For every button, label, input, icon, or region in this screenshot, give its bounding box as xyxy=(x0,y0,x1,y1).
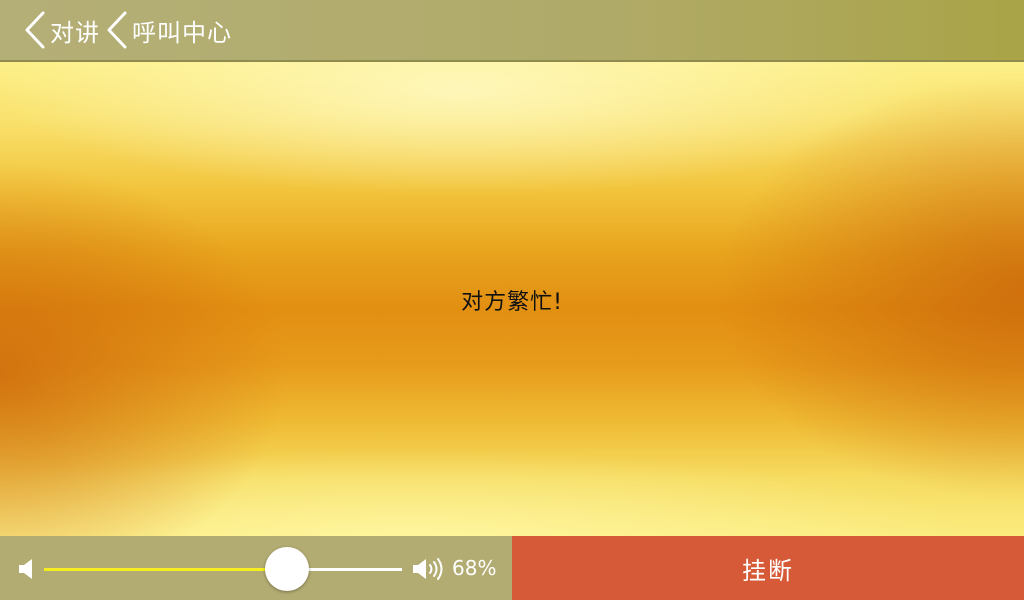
volume-low-icon xyxy=(18,558,38,584)
chevron-left-icon xyxy=(24,11,46,49)
chevron-left-icon xyxy=(106,11,128,49)
breadcrumb-call-center[interactable]: 呼叫中心 xyxy=(106,0,238,61)
intercom-screen: 对讲 呼叫中心 对方繁忙! 68% 挂断 xyxy=(0,0,1024,600)
volume-percent-label: 68% xyxy=(452,556,497,580)
breadcrumb-label: 呼叫中心 xyxy=(132,18,232,47)
volume-high-icon xyxy=(412,558,444,584)
volume-panel: 68% xyxy=(0,536,512,600)
call-status-panel: 对方繁忙! xyxy=(0,62,1024,536)
hangup-button[interactable]: 挂断 xyxy=(512,536,1024,600)
volume-slider[interactable] xyxy=(44,547,402,591)
call-status-text: 对方繁忙! xyxy=(461,290,563,315)
hangup-button-label: 挂断 xyxy=(742,556,794,585)
volume-slider-fill xyxy=(44,568,288,571)
bottom-bar: 68% 挂断 xyxy=(0,536,1024,600)
breadcrumb-label: 对讲 xyxy=(50,18,100,47)
volume-slider-thumb[interactable] xyxy=(265,547,310,591)
header-bar: 对讲 呼叫中心 xyxy=(0,0,1024,62)
breadcrumb-intercom[interactable]: 对讲 xyxy=(24,0,106,61)
